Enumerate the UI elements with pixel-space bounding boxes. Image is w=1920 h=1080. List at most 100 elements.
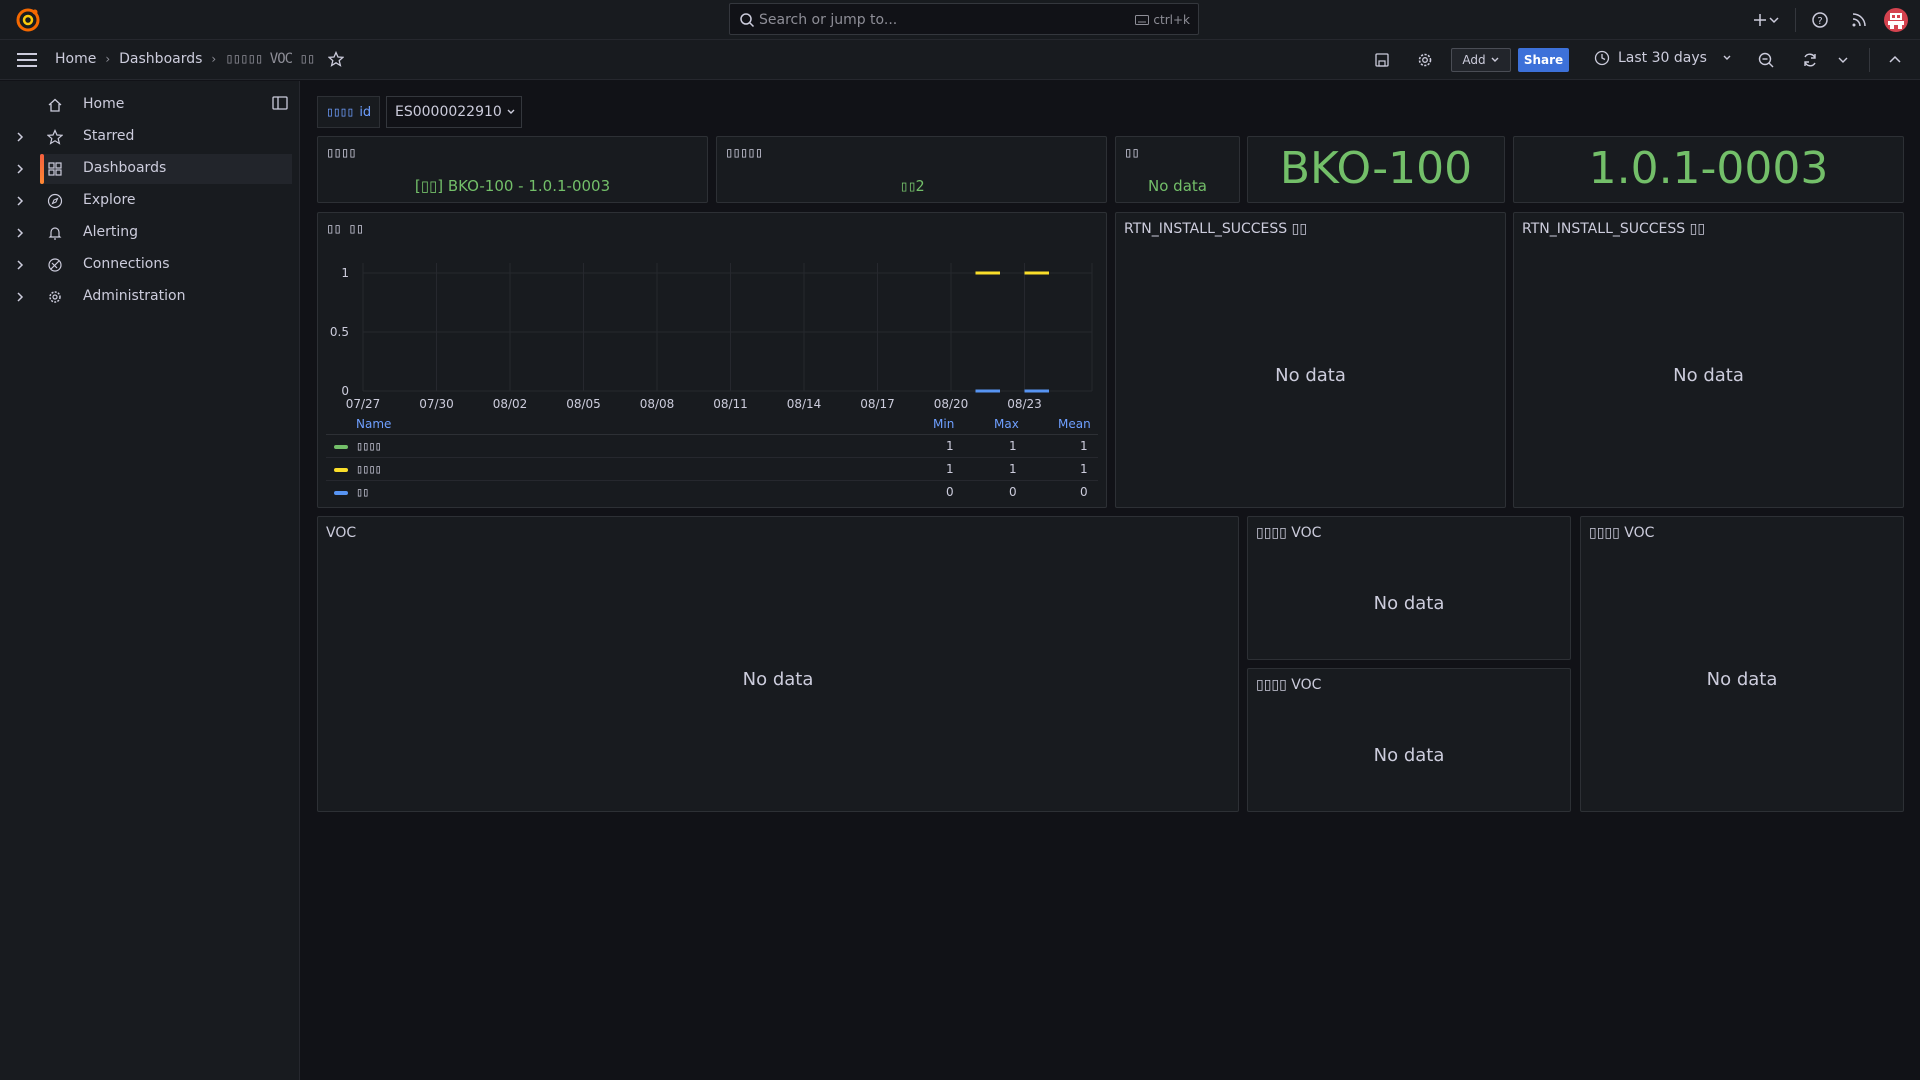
no-data-message: No data (1275, 365, 1346, 386)
add-button[interactable]: Add (1451, 48, 1511, 72)
dashboard-toolbar: Home › Dashboards › ▯▯▯▯▯ VOC ▯▯ Add Sha… (0, 40, 1920, 80)
menu-icon[interactable] (16, 51, 38, 69)
stat-value: 1.0.1-0003 (1588, 143, 1829, 194)
sidebar-item-administration[interactable]: Administration (0, 282, 292, 312)
x-tick-label: 08/23 (1007, 397, 1042, 411)
sidebar-item-label: Explore (83, 192, 136, 208)
share-button[interactable]: Share (1518, 48, 1569, 72)
time-range-picker[interactable]: Last 30 days (1594, 50, 1733, 66)
grafana-logo-icon[interactable] (15, 8, 41, 32)
timeseries-panel[interactable]: ▯▯ ▯▯ 07/27 07/30 08/02 08/05 08/08 08/11 08/1… (317, 212, 1107, 508)
breadcrumb: Home › Dashboards › ▯▯▯▯▯ VOC ▯▯ (55, 51, 345, 67)
voc-panel-2[interactable]: ▯▯▯▯ VOC No data (1247, 516, 1571, 660)
no-data-message: No data (1373, 745, 1445, 766)
panel-title: ▯▯▯▯ (326, 145, 357, 161)
plug-icon (48, 258, 62, 272)
legend-series-name: ▯▯▯▯ (356, 462, 382, 476)
user-avatar[interactable] (1884, 8, 1908, 32)
add-button-label: Add (1462, 53, 1486, 67)
breadcrumb-separator-icon: › (211, 52, 217, 66)
zoom-out-icon[interactable] (1756, 50, 1776, 70)
settings-gear-icon[interactable] (1415, 50, 1435, 70)
breadcrumb-separator-icon: › (105, 52, 111, 66)
chevron-down-icon (1723, 55, 1731, 60)
svg-text:?: ? (1817, 16, 1822, 27)
panel-title: ▯▯▯▯ VOC (1256, 677, 1322, 693)
legend-header-max[interactable]: Max (994, 417, 1019, 431)
rtn-install-panel-2[interactable]: RTN_INSTALL_SUCCESS ▯▯ No data (1513, 212, 1904, 508)
variable-select[interactable]: ES0000022910 (386, 96, 522, 128)
home-icon (48, 98, 62, 112)
x-tick-label: 08/08 (640, 397, 675, 411)
legend-header-min[interactable]: Min (933, 417, 954, 431)
breadcrumb-dashboards[interactable]: Dashboards (119, 51, 202, 67)
legend-max: 1 (1009, 462, 1017, 476)
legend-row[interactable]: ▯▯ 0 0 0 (326, 481, 1098, 504)
save-icon[interactable] (1372, 50, 1392, 70)
sidebar-item-alerting[interactable]: Alerting (0, 218, 292, 248)
variable-label-prefix: ▯▯▯▯ (326, 104, 354, 120)
stat-panel-1[interactable]: ▯▯▯▯ [▯▯] BKO-100 - 1.0.1-0003 (317, 136, 708, 203)
chevron-up-icon[interactable] (1885, 50, 1905, 70)
stat-value: No data (1148, 177, 1207, 195)
chevron-right-icon[interactable] (14, 131, 26, 143)
sidebar-item-dashboards[interactable]: Dashboards (40, 154, 292, 184)
search-input[interactable]: Search or jump to... ctrl+k (729, 3, 1199, 35)
voc-panel-3[interactable]: ▯▯▯▯ VOC No data (1247, 668, 1571, 812)
stat-panel-version[interactable]: 1.0.1-0003 (1513, 136, 1904, 203)
sidebar-item-home[interactable]: Home (0, 90, 292, 120)
x-tick-label: 07/27 (346, 397, 381, 411)
chevron-right-icon[interactable] (14, 163, 26, 175)
refresh-icon[interactable] (1800, 50, 1820, 70)
star-icon[interactable] (328, 51, 345, 67)
rss-icon[interactable] (1849, 10, 1869, 30)
timeseries-chart: 07/27 07/30 08/02 08/05 08/08 08/11 08/14 08/17… (330, 263, 1093, 411)
new-plus-icon[interactable] (1750, 10, 1770, 30)
legend-max: 0 (1009, 485, 1017, 499)
sidebar-item-label: Home (83, 96, 125, 112)
sidebar-item-starred[interactable]: Starred (0, 122, 292, 152)
sidebar-item-explore[interactable]: Explore (0, 186, 292, 216)
legend-min: 1 (946, 439, 954, 453)
sidebar-item-label: Dashboards (83, 160, 167, 176)
stat-panel-2[interactable]: ▯▯▯▯▯ ▯▯2 (716, 136, 1107, 203)
legend-header-mean[interactable]: Mean (1058, 417, 1091, 431)
variable-value: ES0000022910 (395, 104, 502, 120)
top-bar: Search or jump to... ctrl+k ? (0, 0, 1920, 40)
panel-title: ▯▯ (1124, 145, 1140, 161)
x-tick-label: 08/17 (860, 397, 895, 411)
no-data-message: No data (1673, 365, 1744, 386)
sidebar-item-connections[interactable]: Connections (0, 250, 292, 280)
voc-panel-4[interactable]: ▯▯▯▯ VOC No data (1580, 516, 1904, 812)
breadcrumb-home[interactable]: Home (55, 51, 96, 67)
help-icon[interactable]: ? (1810, 10, 1830, 30)
clock-icon (1594, 50, 1610, 66)
x-tick-label: 08/20 (934, 397, 969, 411)
search-shortcut-text: ctrl+k (1153, 13, 1190, 27)
legend-min: 1 (946, 462, 954, 476)
rtn-install-panel-1[interactable]: RTN_INSTALL_SUCCESS ▯▯ No data (1115, 212, 1506, 508)
stat-value: [▯▯] BKO-100 - 1.0.1-0003 (414, 177, 611, 195)
legend-series-name: ▯▯▯▯ (356, 439, 382, 453)
stat-panel-model[interactable]: BKO-100 (1247, 136, 1505, 203)
legend-row[interactable]: ▯▯▯▯ 1 1 1 (326, 435, 1098, 458)
no-data-message: No data (1706, 669, 1778, 690)
apps-icon (48, 162, 62, 176)
voc-panel[interactable]: VOC No data (317, 516, 1239, 812)
chevron-right-icon[interactable] (14, 291, 26, 303)
stat-value: BKO-100 (1279, 143, 1473, 194)
legend-max: 1 (1009, 439, 1017, 453)
panel-title: ▯▯▯▯▯ (725, 145, 763, 161)
chevron-right-icon[interactable] (14, 195, 26, 207)
x-tick-label: 08/05 (566, 397, 601, 411)
chevron-down-icon[interactable] (1837, 50, 1849, 70)
stat-panel-3[interactable]: ▯▯ No data (1115, 136, 1240, 203)
chevron-down-icon[interactable] (1768, 10, 1780, 30)
legend-row[interactable]: ▯▯▯▯ 1 1 1 (326, 458, 1098, 481)
variable-label-suffix: id (359, 104, 372, 120)
legend-header-name[interactable]: Name (356, 417, 391, 431)
chevron-right-icon[interactable] (14, 227, 26, 239)
series-color-swatch (334, 468, 348, 472)
chart-legend-table: Name Min Max Mean ▯▯▯▯ 1 1 1 ▯▯▯▯ 1 1 1 … (326, 415, 1098, 504)
chevron-right-icon[interactable] (14, 259, 26, 271)
